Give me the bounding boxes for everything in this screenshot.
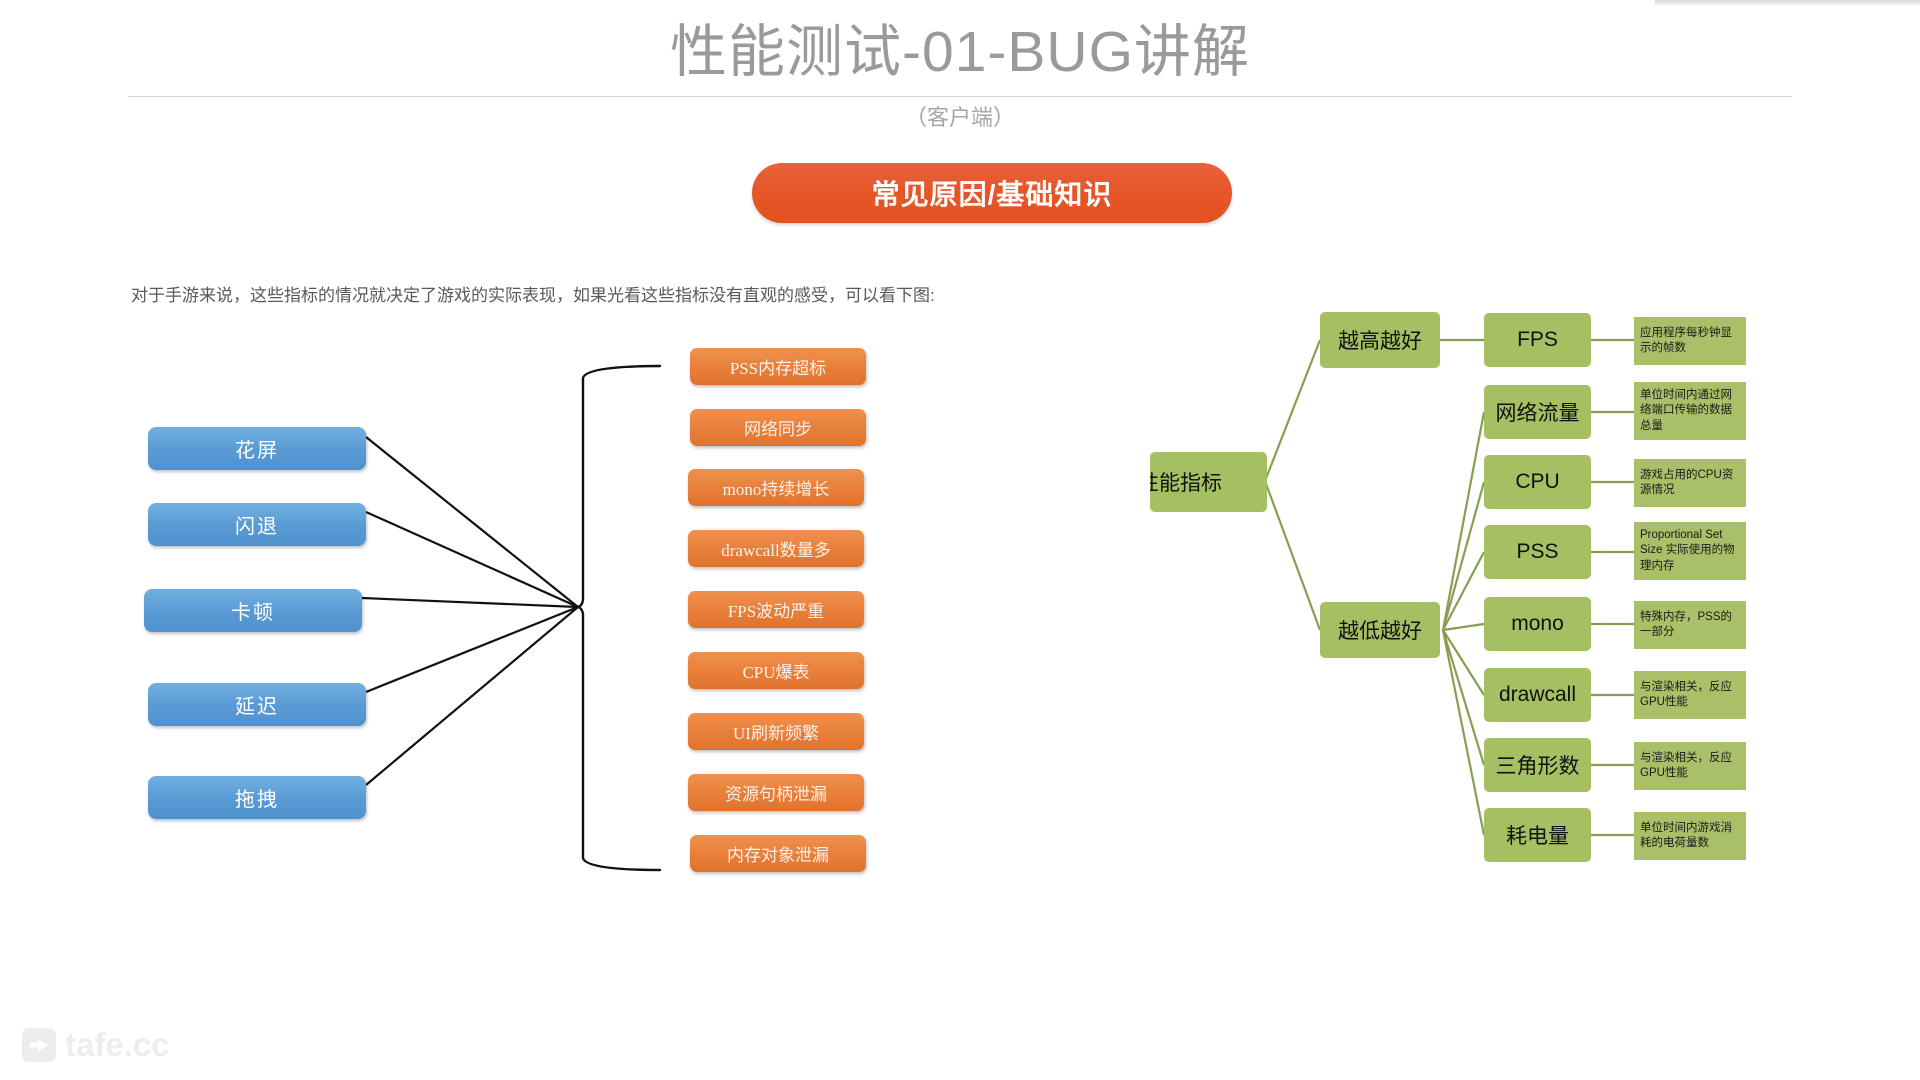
metric-label: CPU [1515, 470, 1560, 493]
connector-low-triangles [1441, 629, 1486, 766]
connector-low-traffic [1441, 411, 1486, 631]
branch-node-lower-better[interactable]: 越低越好 [1320, 602, 1440, 658]
metric-desc-text: 单位时间内通过网络端口传输的数据总量 [1640, 389, 1732, 432]
title-divider-rule [128, 96, 1792, 97]
metric-desc-text: 应用程序每秒钟显示的帧数 [1640, 326, 1732, 354]
cause-node-3[interactable]: mono持续增长 [688, 469, 864, 506]
lead-paragraph: 对于手游来说，这些指标的情况就决定了游戏的实际表现，如果光看这些指标没有直观的感… [131, 286, 935, 305]
connector-root-high [1263, 339, 1322, 482]
cause-label: 网络同步 [744, 420, 812, 439]
metrics-root-node[interactable]: 性能指标 [1150, 452, 1267, 512]
connector-yanchi [365, 605, 579, 694]
watermark: tafe.cc [22, 1026, 170, 1064]
metric-label: FPS [1517, 328, 1558, 351]
metric-node-cpu[interactable]: CPU [1484, 455, 1591, 509]
section-banner-label: 常见原因/基础知识 [871, 179, 1113, 210]
connector-low-pss [1442, 551, 1485, 631]
metric-node-triangles[interactable]: 三角形数 [1484, 738, 1591, 792]
section-banner: 常见原因/基础知识 [752, 163, 1232, 223]
metric-desc-text: 单位时间内游戏消耗的电荷量数 [1640, 821, 1732, 849]
symptom-node-3[interactable]: 卡顿 [144, 589, 362, 632]
metric-label: mono [1511, 612, 1564, 635]
branch-node-higher-better[interactable]: 越高越好 [1320, 312, 1440, 368]
branch-label: 越高越好 [1338, 330, 1422, 353]
cause-node-4[interactable]: drawcall数量多 [688, 530, 864, 567]
symptom-label: 花屏 [235, 440, 279, 462]
symptom-label: 卡顿 [231, 602, 275, 624]
metric-desc-text: 特殊内存，PSS的一部分 [1640, 610, 1733, 638]
cause-label: PSS内存超标 [729, 359, 827, 378]
metric-desc-text: Proportional Set Size 实际使用的物理内存 [1640, 529, 1735, 572]
cause-node-6[interactable]: CPU爆表 [688, 652, 864, 689]
page-title: 性能测试-01-BUG讲解 [0, 18, 1920, 86]
cause-node-2[interactable]: 网络同步 [690, 409, 866, 446]
metric-node-mono[interactable]: mono [1484, 597, 1591, 651]
metric-label: drawcall [1498, 683, 1577, 706]
cause-label: 内存对象泄漏 [727, 846, 829, 865]
metric-desc-text: 与渲染相关，反应GPU性能 [1640, 680, 1732, 708]
metric-desc-mono: 特殊内存，PSS的一部分 [1634, 601, 1746, 649]
cause-label: 资源句柄泄漏 [725, 785, 827, 804]
metric-label: 网络流量 [1495, 402, 1580, 425]
metric-desc-fps: 应用程序每秒钟显示的帧数 [1634, 317, 1746, 365]
metric-label: 三角形数 [1495, 755, 1580, 778]
symptom-node-4[interactable]: 延迟 [148, 683, 366, 726]
metric-desc-triangles: 与渲染相关，反应GPU性能 [1634, 742, 1746, 790]
symptom-label: 拖拽 [235, 789, 279, 811]
symptom-label: 延迟 [235, 696, 279, 718]
metric-label: PSS [1516, 540, 1559, 563]
connector-shantui [365, 510, 579, 609]
cause-node-8[interactable]: 资源句柄泄漏 [688, 774, 864, 811]
symptom-label: 闪退 [235, 516, 279, 538]
metric-node-power-usage[interactable]: 耗电量 [1484, 808, 1591, 862]
metric-desc-drawcall: 与渲染相关，反应GPU性能 [1634, 671, 1746, 719]
page-title-text: 性能测试-01-BUG讲解 [658, 20, 1262, 84]
cause-node-9[interactable]: 内存对象泄漏 [690, 835, 866, 872]
metric-desc-text: 游戏占用的CPU资源情况 [1640, 468, 1734, 496]
watermark-logo-icon [22, 1028, 56, 1062]
metric-label: 耗电量 [1506, 825, 1569, 848]
metric-node-network-traffic[interactable]: 网络流量 [1484, 385, 1591, 439]
connector-root-low [1263, 480, 1322, 631]
cause-node-1[interactable]: PSS内存超标 [690, 348, 866, 385]
connector-low-cpu [1441, 481, 1486, 631]
metrics-root-label: 性能指标 [1150, 472, 1222, 495]
metric-node-fps[interactable]: FPS [1484, 313, 1591, 367]
watermark-text: tafe.cc [65, 1026, 170, 1063]
connector-low-power [1441, 629, 1486, 836]
cause-label: CPU爆表 [742, 663, 810, 682]
cause-label: FPS波动严重 [727, 602, 825, 621]
metric-desc-cpu: 游戏占用的CPU资源情况 [1634, 459, 1746, 507]
brace-bracket [577, 364, 662, 872]
page-subtitle: （客户端） [904, 105, 1015, 130]
metric-desc-pss: Proportional Set Size 实际使用的物理内存 [1634, 522, 1746, 580]
cause-label: mono持续增长 [722, 480, 830, 499]
branch-label: 越低越好 [1338, 620, 1422, 643]
symptom-node-1[interactable]: 花屏 [148, 427, 366, 470]
connector-kadun [361, 596, 579, 609]
metric-node-drawcall[interactable]: drawcall [1484, 668, 1591, 722]
cause-node-7[interactable]: UI刷新频繁 [688, 713, 864, 750]
connector-huaping [365, 436, 579, 608]
symptom-node-5[interactable]: 拖拽 [148, 776, 366, 819]
cause-label: UI刷新频繁 [733, 724, 819, 743]
connector-low-mono [1442, 622, 1485, 632]
connector-low-drawcall [1442, 629, 1485, 696]
metric-desc-network-traffic: 单位时间内通过网络端口传输的数据总量 [1634, 382, 1746, 440]
slide-title-block: 性能测试-01-BUG讲解 （客户端） [0, 8, 1920, 130]
metric-node-pss[interactable]: PSS [1484, 525, 1591, 579]
metric-desc-text: 与渲染相关，反应GPU性能 [1640, 751, 1732, 779]
symptom-node-2[interactable]: 闪退 [148, 503, 366, 546]
top-accent-bar [1655, 0, 1920, 5]
metric-desc-power-usage: 单位时间内游戏消耗的电荷量数 [1634, 812, 1746, 860]
cause-node-5[interactable]: FPS波动严重 [688, 591, 864, 628]
cause-label: drawcall数量多 [721, 541, 831, 560]
connector-tuozhuai [365, 606, 579, 786]
